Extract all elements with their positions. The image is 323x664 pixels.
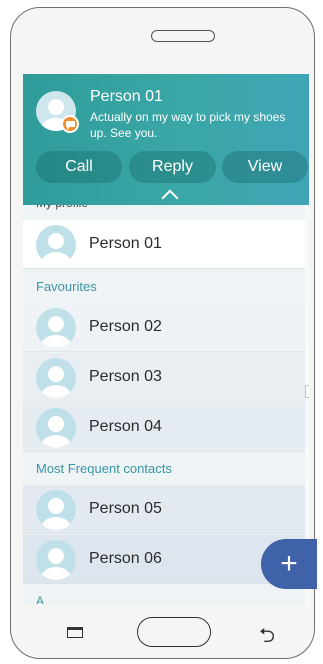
speaker-grille xyxy=(151,30,215,42)
section-title-favourites: Favourites xyxy=(36,279,97,294)
contact-name: Person 05 xyxy=(89,500,162,517)
contact-name: Person 03 xyxy=(89,368,162,385)
notification-sender: Person 01 xyxy=(90,88,163,105)
index-letter[interactable]: E xyxy=(305,273,309,287)
add-contact-button[interactable]: + xyxy=(261,539,317,589)
back-icon[interactable]: ⮌ xyxy=(259,621,275,655)
avatar xyxy=(36,540,76,580)
section-title-most-frequent: Most Frequent contacts xyxy=(36,461,172,476)
navigation-bar: ⮌ xyxy=(11,605,314,657)
avatar xyxy=(36,408,76,448)
message-notification[interactable]: Person 01 Actually on my way to pick my … xyxy=(23,74,309,207)
index-letter[interactable]: I xyxy=(305,329,309,343)
index-letter[interactable]: J xyxy=(305,343,309,357)
contact-row[interactable]: Person 02 xyxy=(23,303,305,352)
message-badge-icon xyxy=(61,115,79,133)
index-letter[interactable]: C xyxy=(305,246,309,260)
index-letter[interactable]: A xyxy=(305,218,309,232)
index-letter[interactable]: H xyxy=(305,315,309,329)
avatar xyxy=(36,308,76,348)
chevron-up-icon[interactable] xyxy=(161,189,179,207)
call-button[interactable]: Call xyxy=(36,151,122,183)
index-letter[interactable]: L xyxy=(305,371,309,385)
contact-row-profile[interactable]: Person 01 xyxy=(23,220,305,269)
contact-name: Person 01 xyxy=(89,235,162,252)
index-letter[interactable]: N xyxy=(305,398,309,412)
section-title-a: A xyxy=(36,594,45,604)
contact-name: Person 02 xyxy=(89,318,162,335)
contact-row[interactable]: Person 04 xyxy=(23,403,305,452)
index-letter[interactable]: Z xyxy=(305,454,309,468)
index-letter[interactable]: O xyxy=(305,412,310,426)
index-letter[interactable]: G xyxy=(305,301,310,315)
contact-row[interactable]: Person 03 xyxy=(23,353,305,402)
recent-apps-icon[interactable] xyxy=(67,627,83,638)
home-button[interactable] xyxy=(137,617,211,647)
index-letter[interactable]: M xyxy=(305,384,309,399)
index-letter[interactable]: P xyxy=(305,426,309,440)
screen: My profile Person 01 Favourites Person 0… xyxy=(23,74,309,604)
index-letter[interactable]: F xyxy=(305,287,309,301)
avatar xyxy=(36,358,76,398)
view-button[interactable]: View xyxy=(222,151,308,183)
reply-button[interactable]: Reply xyxy=(129,151,216,183)
contact-row[interactable]: Person 05 xyxy=(23,485,305,534)
index-letter[interactable]: K xyxy=(305,357,309,371)
index-letter[interactable]: Q xyxy=(305,440,310,454)
avatar xyxy=(36,490,76,530)
index-letter[interactable]: # xyxy=(305,204,309,218)
contact-name: Person 04 xyxy=(89,418,162,435)
avatar xyxy=(36,225,76,265)
index-letter[interactable]: B xyxy=(305,232,309,246)
index-letter[interactable]: D xyxy=(305,260,309,274)
contact-name: Person 06 xyxy=(89,550,162,567)
notification-message: Actually on my way to pick my shoes up. … xyxy=(90,110,286,140)
